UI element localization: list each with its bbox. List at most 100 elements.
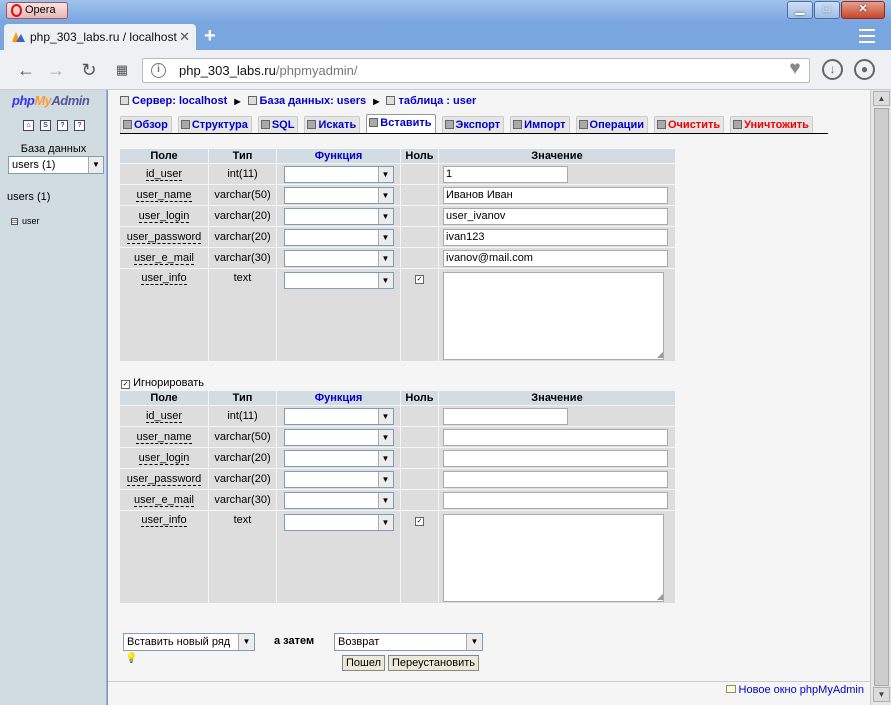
field-name: user_info — [141, 272, 187, 285]
account-icon[interactable]: ● — [854, 59, 875, 80]
tab-operations[interactable]: Операции — [575, 116, 648, 133]
ignore-option[interactable]: ✓ Игнорировать — [121, 377, 204, 389]
tab-menu-icon[interactable] — [859, 29, 875, 43]
value-textarea[interactable] — [443, 272, 664, 360]
function-select[interactable]: ▼ — [283, 491, 394, 509]
function-select[interactable]: ▼ — [283, 407, 394, 425]
ignore-checkbox[interactable]: ✓ — [121, 380, 130, 389]
value-input[interactable] — [443, 407, 568, 425]
breadcrumb-database[interactable]: База данных: users — [260, 95, 367, 107]
home-icon[interactable]: ⌂ — [23, 120, 34, 131]
logo-my: My — [34, 93, 52, 108]
header-function[interactable]: Функция — [277, 149, 400, 163]
help-icon[interactable]: ? — [74, 120, 85, 131]
function-select[interactable]: ▼ — [283, 470, 394, 488]
function-select[interactable]: ▼ — [283, 272, 394, 289]
tab-import[interactable]: Импорт — [510, 116, 570, 133]
tab-sql[interactable]: SQL — [257, 116, 299, 133]
function-select[interactable]: ▼ — [283, 207, 394, 225]
value-textarea[interactable] — [443, 514, 664, 602]
chevron-down-icon[interactable]: ▼ — [88, 157, 103, 173]
export-icon — [444, 120, 454, 129]
main-scrollbar[interactable]: ▲ ▼ — [870, 90, 891, 705]
scroll-up-icon[interactable]: ▲ — [873, 91, 890, 106]
tab-insert[interactable]: Вставить — [366, 114, 436, 133]
phpmyadmin-logo[interactable]: phpMyAdmin — [12, 93, 90, 108]
tab-empty[interactable]: Очистить — [653, 116, 725, 133]
address-bar[interactable]: i php_303_labs.ru/phpmyadmin/ — [142, 58, 810, 83]
function-select[interactable]: ▼ — [283, 165, 394, 183]
field-name: user_e_mail — [134, 252, 194, 265]
value-input[interactable]: ivan123 — [443, 228, 668, 246]
insert-mode-select[interactable]: Вставить новый ряд ▼ — [123, 633, 255, 651]
reload-icon[interactable]: ↻ — [77, 58, 101, 82]
breadcrumb-table[interactable]: таблица : user — [398, 95, 476, 107]
value-input[interactable] — [443, 491, 668, 509]
value-input[interactable] — [443, 449, 668, 467]
function-select[interactable]: ▼ — [283, 449, 394, 467]
browse-icon — [123, 120, 132, 129]
function-select[interactable]: ▼ — [283, 249, 394, 267]
back-arrow-icon[interactable]: ← — [14, 58, 38, 82]
close-window-button[interactable]: ✕ — [841, 1, 885, 19]
forward-arrow-icon[interactable]: → — [44, 58, 68, 82]
tab-close-icon[interactable]: ✕ — [179, 24, 190, 50]
chevron-down-icon: ▼ — [377, 166, 393, 182]
tab-export[interactable]: Экспорт — [441, 116, 505, 133]
new-window-link[interactable]: Новое окно phpMyAdmin — [725, 684, 864, 696]
value-input[interactable]: Иванов Иван — [443, 186, 668, 204]
new-tab-plus-icon[interactable]: + — [204, 26, 216, 46]
header-field: Поле — [120, 149, 208, 163]
sql-query-icon[interactable]: S — [40, 120, 51, 131]
function-select[interactable]: ▼ — [283, 186, 394, 204]
header-function[interactable]: Функция — [277, 391, 400, 405]
empty-icon — [656, 120, 666, 129]
value-input[interactable]: user_ivanov — [443, 207, 668, 225]
function-select[interactable]: ▼ — [283, 228, 394, 246]
logo-admin: Admin — [51, 93, 90, 108]
value-input[interactable] — [443, 428, 668, 446]
after-insert-select[interactable]: Возврат ▼ — [334, 633, 483, 651]
database-group-link[interactable]: users (1) — [7, 191, 50, 203]
tab-label: SQL — [271, 119, 295, 131]
download-icon[interactable]: ↓ — [822, 59, 843, 80]
window-titlebar: Opera ▁ □ ✕ — [0, 0, 891, 22]
tab-search[interactable]: Искать — [304, 116, 361, 133]
address-host: php_303_labs.ru — [179, 63, 276, 78]
value-input[interactable]: ivanov@mail.com — [443, 249, 668, 267]
new-window-label: Новое окно phpMyAdmin — [738, 684, 864, 696]
field-type: varchar(50) — [209, 427, 276, 447]
go-button[interactable]: Пошел — [342, 655, 386, 671]
minimize-button[interactable]: ▁ — [787, 1, 813, 19]
database-label: База данных — [20, 143, 87, 155]
tab-browse[interactable]: Обзор — [120, 116, 172, 133]
function-select[interactable]: ▼ — [283, 428, 394, 446]
null-checkbox[interactable]: ✓ — [415, 517, 424, 526]
reset-button[interactable]: Переустановить — [388, 655, 479, 671]
site-info-icon[interactable]: i — [151, 63, 166, 78]
tab-label: Операции — [589, 119, 644, 131]
null-checkbox[interactable]: ✓ — [415, 275, 424, 284]
speed-dial-grid-icon[interactable]: ▦ — [110, 58, 134, 82]
opera-menu-button[interactable]: Opera — [6, 2, 68, 19]
value-input[interactable] — [443, 470, 668, 488]
field-name: id_user — [145, 168, 183, 181]
maximize-button[interactable]: □ — [814, 1, 840, 19]
tab-drop[interactable]: Уничтожить — [730, 116, 813, 133]
tab-structure[interactable]: Структура — [177, 116, 252, 133]
database-select[interactable]: users (1) ▼ — [8, 156, 104, 174]
table-row: user_info text ▼ ✓ — [120, 269, 675, 361]
scroll-down-icon[interactable]: ▼ — [873, 687, 890, 702]
value-input[interactable]: 1 — [443, 165, 568, 183]
table-icon — [11, 218, 18, 225]
bookmark-heart-icon[interactable]: ♥ — [783, 57, 807, 81]
breadcrumb-server[interactable]: Сервер: localhost — [132, 95, 227, 107]
browser-tab[interactable]: php_303_labs.ru / localhost ✕ — [4, 24, 196, 50]
opera-logo-icon — [11, 4, 22, 17]
table-link-user[interactable]: user — [11, 216, 40, 226]
function-select[interactable]: ▼ — [283, 514, 394, 531]
chevron-down-icon: ▼ — [377, 408, 393, 424]
docs-icon[interactable]: ? — [57, 120, 68, 131]
scroll-thumb[interactable] — [874, 108, 889, 686]
chevron-down-icon: ▼ — [377, 471, 393, 487]
